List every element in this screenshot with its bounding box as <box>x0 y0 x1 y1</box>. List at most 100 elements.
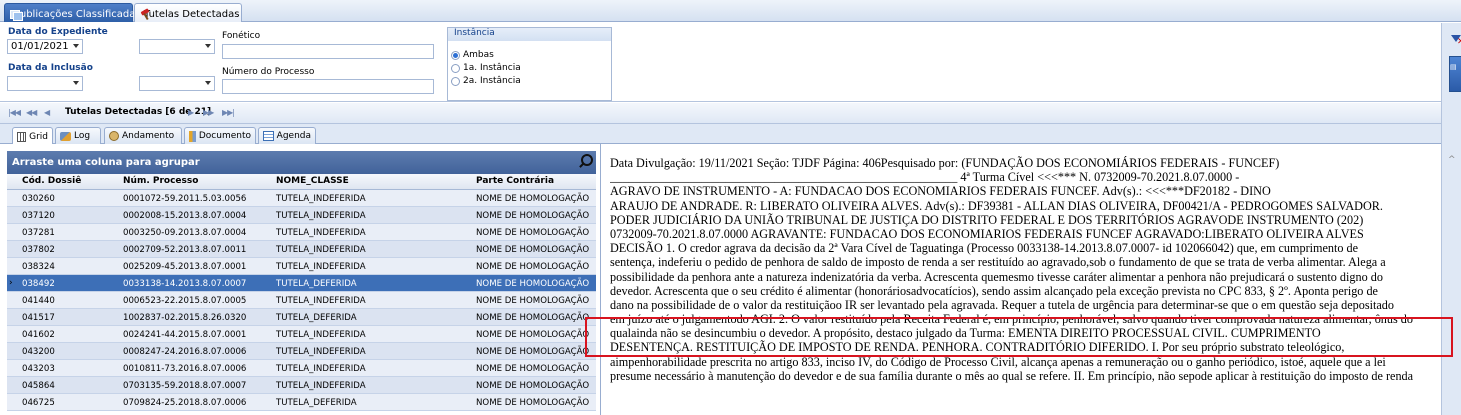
export-icon: ▤ <box>1450 63 1457 71</box>
cell-parte: NOME DE HOMOLOGAÇÃO <box>476 279 590 289</box>
document-line: possibilidade da penhora ante a natureza… <box>610 269 1383 284</box>
cell-parte: NOME DE HOMOLOGAÇÃO <box>476 296 590 306</box>
chevron-down-icon <box>205 44 211 48</box>
cell-processo: 0025209-45.2013.8.07.0001 <box>123 262 247 272</box>
table-row[interactable]: 037120 0002008-15.2013.8.07.0004 TUTELA_IN… <box>7 207 596 224</box>
first-record-icon[interactable]: |◀◀ <box>8 108 21 117</box>
cell-processo: 0003250-09.2013.8.07.0004 <box>123 228 247 238</box>
data-inclusao-label: Data da Inclusão <box>8 63 93 73</box>
cell-classe: TUTELA_DEFERIDA <box>276 313 357 323</box>
tab-documento[interactable]: Documento <box>184 127 256 144</box>
cell-classe: TUTELA_INDEFERIDA <box>276 330 366 340</box>
table-row[interactable]: 030260 0001072-59.2011.5.03.0056 TUTELA_IN… <box>7 190 596 207</box>
document-line: DECISÃO 1. O credor agrava da decisão da… <box>610 241 1359 256</box>
data-expediente-from-combo[interactable]: 01/01/2021 <box>7 39 83 54</box>
next-record-icon[interactable]: ▶ <box>188 108 194 117</box>
table-row[interactable]: 043203 0010811-73.2016.8.07.0006 TUTELA_IN… <box>7 360 596 377</box>
fonetico-input[interactable] <box>222 44 434 59</box>
tab-log[interactable]: Log <box>55 127 101 144</box>
cell-processo: 0002008-15.2013.8.07.0004 <box>123 211 247 221</box>
cell-parte: NOME DE HOMOLOGAÇÃO <box>476 194 590 204</box>
prev-page-icon[interactable]: ◀◀ <box>26 108 37 117</box>
instancia-option-2a[interactable]: 2a. Instância <box>451 75 521 87</box>
chevron-down-icon <box>205 81 211 85</box>
cell-parte: NOME DE HOMOLOGAÇÃO <box>476 330 590 340</box>
instancia-option-ambas[interactable]: Ambas <box>451 49 494 61</box>
cell-classe: TUTELA_INDEFERIDA <box>276 364 366 374</box>
record-navigator: |◀◀ ◀◀ ◀ Tutelas Detectadas [6 de 21] ▶ … <box>0 103 1441 124</box>
dossie-grid: Arraste uma coluna para agrupar Cód. Dos… <box>0 144 601 415</box>
table-row[interactable]: 037281 0003250-09.2013.8.07.0004 TUTELA_IN… <box>7 224 596 241</box>
tab-tutelas-detectadas[interactable]: Tutelas Detectadas <box>134 3 242 22</box>
cell-dossie: 043200 <box>22 347 55 357</box>
next-page-icon[interactable]: ▶▶ <box>203 108 214 117</box>
tab-andamento[interactable]: Andamento <box>104 127 182 144</box>
data-inclusao-to-combo[interactable] <box>139 76 215 91</box>
cell-dossie: 045864 <box>22 381 55 391</box>
column-header-processo[interactable]: Núm. Processo <box>123 176 198 186</box>
radio-icon <box>451 76 460 86</box>
last-record-icon[interactable]: ▶▶| <box>222 108 235 117</box>
cell-parte: NOME DE HOMOLOGAÇÃO <box>476 228 590 238</box>
cell-dossie: 037802 <box>22 245 55 255</box>
scroll-up-icon[interactable]: ^ <box>1448 155 1456 165</box>
data-expediente-to-combo[interactable] <box>139 39 215 54</box>
table-row[interactable]: 038324 0025209-45.2013.8.07.0001 TUTELA_IN… <box>7 258 596 275</box>
export-button[interactable]: ▤ <box>1449 56 1461 92</box>
table-row[interactable]: 041440 0006523-22.2015.8.07.0005 TUTELA_IN… <box>7 292 596 309</box>
numero-processo-input[interactable] <box>222 79 434 94</box>
table-row[interactable]: 041602 0024241-44.2015.8.07.0001 TUTELA_IN… <box>7 326 596 343</box>
instancia-option-label: 1a. Instância <box>463 63 521 73</box>
cell-parte: NOME DE HOMOLOGAÇÃO <box>476 245 590 255</box>
table-row[interactable]: 045864 0703135-59.2018.8.07.0007 TUTELA_IN… <box>7 377 596 394</box>
tab-grid[interactable]: Grid <box>12 127 53 145</box>
column-header-dossie[interactable]: Cód. Dossiê <box>22 176 81 186</box>
row-indicator-icon: › <box>9 278 13 288</box>
column-header-parte[interactable]: Parte Contrária <box>476 176 554 186</box>
cell-parte: NOME DE HOMOLOGAÇÃO <box>476 211 590 221</box>
cell-parte: NOME DE HOMOLOGAÇÃO <box>476 398 590 408</box>
data-inclusao-from-combo[interactable] <box>7 76 83 91</box>
cell-classe: TUTELA_INDEFERIDA <box>276 228 366 238</box>
table-row[interactable]: 037802 0002709-52.2013.8.07.0011 TUTELA_IN… <box>7 241 596 258</box>
prev-record-icon[interactable]: ◀ <box>44 108 50 117</box>
table-row[interactable]: 041517 1002837-02.2015.8.26.0320 TUTELA_DE… <box>7 309 596 326</box>
document-line: AGRAVO DE INSTRUMENTO - A: FUNDACAO DOS … <box>610 184 1271 199</box>
data-expediente-from-value: 01/01/2021 <box>11 41 69 52</box>
table-row[interactable]: 043200 0008247-24.2016.8.07.0006 TUTELA_IN… <box>7 343 596 360</box>
tab-label: Grid <box>29 131 48 142</box>
cell-parte: NOME DE HOMOLOGAÇÃO <box>476 313 590 323</box>
cell-dossie: 037281 <box>22 228 55 238</box>
filter-panel: Data do Expediente 01/01/2021 Data da In… <box>0 23 1441 102</box>
cell-processo: 0006523-22.2015.8.07.0005 <box>123 296 247 306</box>
document-line: PODER JUDICIÁRIO DA UNIÃO TRIBUNAL DE JU… <box>610 212 1364 227</box>
instancia-options: Ambas 1a. Instância 2a. Instância <box>447 41 612 101</box>
highlight-box <box>585 317 1453 357</box>
table-row[interactable]: › 038492 0033138-14.2013.8.07.0007 TUTELA_D… <box>7 275 596 292</box>
sub-tab-strip: Grid Log Andamento Documento Agenda <box>0 124 1441 145</box>
document-line: sentença, indeferiu o pedido de penhora … <box>610 255 1386 270</box>
tab-label: Log <box>74 131 91 141</box>
numero-processo-label: Número do Processo <box>222 67 315 77</box>
grid-icon <box>17 131 27 142</box>
instancia-group: Instância Ambas 1a. Instância 2a. Instân… <box>447 27 612 101</box>
cell-classe: TUTELA_INDEFERIDA <box>276 245 366 255</box>
agenda-icon <box>263 131 274 141</box>
group-bar-text: Arraste uma coluna para agrupar <box>12 157 200 168</box>
tab-publicacoes-classificadas[interactable]: Publicações Classificadas <box>4 3 141 22</box>
andamento-icon <box>109 131 119 141</box>
cell-parte: NOME DE HOMOLOGAÇÃO <box>476 347 590 357</box>
instancia-option-1a[interactable]: 1a. Instância <box>451 62 521 74</box>
cell-classe: TUTELA_DEFERIDA <box>276 398 357 408</box>
document-line: ________________________________________… <box>610 170 1240 185</box>
close-icon: ✕ <box>1457 37 1461 47</box>
search-icon[interactable] <box>576 152 594 172</box>
column-header-classe[interactable]: NOME_CLASSE <box>276 176 349 186</box>
table-row[interactable]: 046725 0709824-25.2018.8.07.0006 TUTELA_DE… <box>7 394 596 411</box>
instancia-option-label: 2a. Instância <box>463 76 521 86</box>
document-line: presume necessário à manutenção do deved… <box>610 368 1414 383</box>
group-by-panel[interactable]: Arraste uma coluna para agrupar <box>7 151 596 174</box>
document-line: devedor. Acrescenta que o seu crédito é … <box>610 283 1378 298</box>
top-tab-strip: Publicações Classificadas Tutelas Detect… <box>0 0 1461 22</box>
tab-agenda[interactable]: Agenda <box>258 127 316 144</box>
